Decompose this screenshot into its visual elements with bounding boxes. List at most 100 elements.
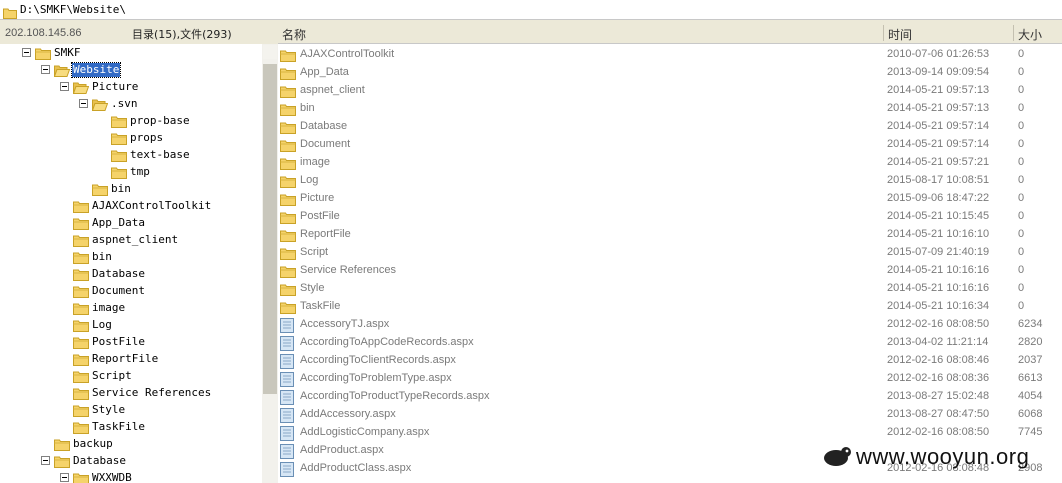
tree-node-label[interactable]: Script xyxy=(91,369,133,383)
tree-node-label[interactable]: bin xyxy=(110,182,132,196)
tree-node-label[interactable]: image xyxy=(91,301,126,315)
file-row[interactable]: AJAXControlToolkit 2010-07-06 01:26:53 0 xyxy=(278,46,1062,64)
tree-node-label[interactable]: TaskFile xyxy=(91,420,146,434)
tree-node-label[interactable]: App_Data xyxy=(91,216,146,230)
file-size: 0 xyxy=(1018,210,1025,222)
tree-node[interactable]: App_Data xyxy=(0,215,262,232)
tree-node-label[interactable]: AJAXControlToolkit xyxy=(91,199,212,213)
file-name: AccessoryTJ.aspx xyxy=(300,318,390,330)
folder-tree[interactable]: SMKF Website Picture .svn prop-base props text… xyxy=(0,44,262,483)
file-row[interactable]: Picture 2015-09-06 18:47:22 0 xyxy=(278,190,1062,208)
tree-node[interactable]: Style xyxy=(0,402,262,419)
column-name[interactable]: 名称 xyxy=(282,26,306,43)
tree-node[interactable]: Picture xyxy=(0,79,262,96)
file-row[interactable]: Script 2015-07-09 21:40:19 0 xyxy=(278,244,1062,262)
tree-node-label[interactable]: Database xyxy=(91,267,146,281)
scroll-up-button[interactable] xyxy=(263,45,277,59)
tree-node[interactable]: AJAXControlToolkit xyxy=(0,198,262,215)
tree-node[interactable]: SMKF xyxy=(0,45,262,62)
file-row[interactable]: Database 2014-05-21 09:57:14 0 xyxy=(278,118,1062,136)
file-row[interactable]: TaskFile 2014-05-21 10:16:34 0 xyxy=(278,298,1062,316)
tree-node[interactable]: image xyxy=(0,300,262,317)
file-row[interactable]: AccessoryTJ.aspx 2012-02-16 08:08:50 6234 xyxy=(278,316,1062,334)
tree-node-label[interactable]: Database xyxy=(72,454,127,468)
tree-node-label[interactable]: text-base xyxy=(129,148,191,162)
tree-node[interactable]: tmp xyxy=(0,164,262,181)
tree-node[interactable]: Database xyxy=(0,453,262,470)
column-size[interactable]: 大小 xyxy=(1018,26,1042,43)
file-name: Database xyxy=(300,120,348,132)
tree-node-label[interactable]: backup xyxy=(72,437,114,451)
tree-node-label[interactable]: Log xyxy=(91,318,113,332)
tree-node[interactable]: Document xyxy=(0,283,262,300)
file-time: 2012-02-16 08:08:36 xyxy=(887,372,990,384)
collapse-toggle[interactable] xyxy=(22,48,31,57)
file-row[interactable]: image 2014-05-21 09:57:21 0 xyxy=(278,154,1062,172)
file-time: 2014-05-21 09:57:14 xyxy=(887,138,990,150)
collapse-toggle[interactable] xyxy=(79,99,88,108)
file-row[interactable]: AccordingToProblemType.aspx 2012-02-16 08… xyxy=(278,370,1062,388)
tree-node[interactable]: Script xyxy=(0,368,262,385)
tree-node-label[interactable]: Style xyxy=(91,403,126,417)
tree-node-label[interactable]: Service References xyxy=(91,386,212,400)
file-row[interactable]: aspnet_client 2014-05-21 09:57:13 0 xyxy=(278,82,1062,100)
file-name: AccordingToClientRecords.aspx xyxy=(300,354,456,366)
file-row[interactable]: Style 2014-05-21 10:16:16 0 xyxy=(278,280,1062,298)
tree-node-label[interactable]: Website xyxy=(70,62,122,78)
tree-node-label[interactable]: Document xyxy=(91,284,146,298)
collapse-toggle[interactable] xyxy=(60,473,69,482)
collapse-toggle[interactable] xyxy=(41,65,50,74)
file-row[interactable]: ReportFile 2014-05-21 10:16:10 0 xyxy=(278,226,1062,244)
tree-node-label[interactable]: tmp xyxy=(129,165,151,179)
column-separator[interactable] xyxy=(883,25,884,41)
tree-node[interactable]: text-base xyxy=(0,147,262,164)
tree-node[interactable]: aspnet_client xyxy=(0,232,262,249)
tree-node[interactable]: .svn xyxy=(0,96,262,113)
file-time: 2015-07-09 21:40:19 xyxy=(887,246,990,258)
file-row[interactable]: AccordingToClientRecords.aspx 2012-02-16 … xyxy=(278,352,1062,370)
tree-scrollbar[interactable] xyxy=(262,44,278,483)
tree-node[interactable]: TaskFile xyxy=(0,419,262,436)
tree-node[interactable]: WXXWDB xyxy=(0,470,262,483)
tree-node-label[interactable]: Picture xyxy=(91,80,139,94)
tree-node[interactable]: backup xyxy=(0,436,262,453)
file-size: 2037 xyxy=(1018,354,1043,366)
tree-node[interactable]: Website xyxy=(0,62,262,79)
tree-node[interactable]: ReportFile xyxy=(0,351,262,368)
file-row[interactable]: PostFile 2014-05-21 10:15:45 0 xyxy=(278,208,1062,226)
tree-node[interactable]: bin xyxy=(0,249,262,266)
tree-node-label[interactable]: prop-base xyxy=(129,114,191,128)
tree-node[interactable]: prop-base xyxy=(0,113,262,130)
tree-node[interactable]: bin xyxy=(0,181,262,198)
collapse-toggle[interactable] xyxy=(41,456,50,465)
tree-node[interactable]: PostFile xyxy=(0,334,262,351)
file-list[interactable]: AJAXControlToolkit 2010-07-06 01:26:53 0 Ap… xyxy=(278,44,1062,483)
file-row[interactable]: Log 2015-08-17 10:08:51 0 xyxy=(278,172,1062,190)
file-row[interactable]: App_Data 2013-09-14 09:09:54 0 xyxy=(278,64,1062,82)
file-row[interactable]: AddAccessory.aspx 2013-08-27 08:47:50 6068 xyxy=(278,406,1062,424)
file-row[interactable]: bin 2014-05-21 09:57:13 0 xyxy=(278,100,1062,118)
file-row[interactable]: AccordingToAppCodeRecords.aspx 2013-04-02… xyxy=(278,334,1062,352)
collapse-toggle[interactable] xyxy=(60,82,69,91)
tree-node-label[interactable]: SMKF xyxy=(53,46,82,60)
file-row[interactable]: Service References 2014-05-21 10:16:16 0 xyxy=(278,262,1062,280)
tree-node-label[interactable]: PostFile xyxy=(91,335,146,349)
tree-node[interactable]: Database xyxy=(0,266,262,283)
tree-node-label[interactable]: props xyxy=(129,131,164,145)
tree-node[interactable]: Log xyxy=(0,317,262,334)
tree-node-label[interactable]: bin xyxy=(91,250,113,264)
tree-node[interactable]: Service References xyxy=(0,385,262,402)
tree-node-label[interactable]: aspnet_client xyxy=(91,233,179,247)
file-name: Style xyxy=(300,282,325,294)
tree-node-label[interactable]: ReportFile xyxy=(91,352,159,366)
file-size: 0 xyxy=(1018,102,1025,114)
tree-node-label[interactable]: .svn xyxy=(110,97,139,111)
scroll-thumb[interactable] xyxy=(263,64,277,394)
column-separator[interactable] xyxy=(1013,25,1014,41)
tree-node-label[interactable]: WXXWDB xyxy=(91,471,133,483)
column-time[interactable]: 时间 xyxy=(888,26,912,43)
file-row[interactable]: AccordingToProductTypeRecords.aspx 2013-0… xyxy=(278,388,1062,406)
path-bar[interactable]: D:\SMKF\Website\ xyxy=(0,0,1062,20)
file-row[interactable]: Document 2014-05-21 09:57:14 0 xyxy=(278,136,1062,154)
tree-node[interactable]: props xyxy=(0,130,262,147)
